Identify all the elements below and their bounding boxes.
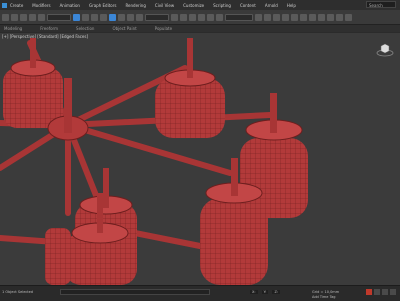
menu-scripting[interactable]: Scripting xyxy=(213,3,231,8)
render-iterative-icon[interactable] xyxy=(345,13,352,21)
selection-status: 1 Object Selected xyxy=(2,290,34,294)
scene-render xyxy=(0,38,308,285)
go-to-start-icon[interactable] xyxy=(374,289,380,295)
render-setup-icon[interactable] xyxy=(318,13,325,21)
menu-help[interactable]: Help xyxy=(287,3,296,8)
link-icon[interactable] xyxy=(20,13,27,21)
playback-controls xyxy=(366,289,396,295)
perspective-viewport[interactable]: [+] [Perspective] [Standard] [Edged Face… xyxy=(0,33,400,285)
menu-arnold[interactable]: Arnold xyxy=(265,3,278,8)
undo-icon[interactable] xyxy=(2,13,9,21)
menu-animation[interactable]: Animation xyxy=(60,3,80,8)
align-icon[interactable] xyxy=(264,13,271,21)
selection-filter-dropdown[interactable] xyxy=(47,13,71,21)
y-coordinate[interactable]: Y: xyxy=(261,290,269,294)
window-crossing-icon[interactable] xyxy=(100,13,107,21)
menu-modifiers[interactable]: Modifiers xyxy=(32,3,50,8)
ribbon-tab-populate[interactable]: Populate xyxy=(155,26,172,31)
rectangle-select-icon[interactable] xyxy=(91,13,98,21)
app-icon[interactable] xyxy=(2,2,7,8)
ribbon-tab-freeform[interactable]: Freeform xyxy=(40,26,58,31)
menu-civil-view[interactable]: Civil View xyxy=(155,3,174,8)
rendered-frame-icon[interactable] xyxy=(327,13,334,21)
add-time-tag-button[interactable]: Add Time Tag xyxy=(312,295,336,299)
coordinate-display: X: Y: Z: xyxy=(250,290,281,294)
main-toolbar xyxy=(0,10,400,25)
schematic-view-icon[interactable] xyxy=(300,13,307,21)
placement-icon[interactable] xyxy=(136,13,143,21)
named-selection-sets-dropdown[interactable] xyxy=(225,13,253,21)
grid-size: Grid = 10,0mm xyxy=(312,290,340,294)
viewcube-icon[interactable] xyxy=(376,41,394,59)
reference-coordinate-dropdown[interactable] xyxy=(145,13,169,21)
menu-bar: Create Modifiers Animation Graph Editors… xyxy=(0,0,400,10)
pivot-icon[interactable] xyxy=(171,13,178,21)
menu-customize[interactable]: Customize xyxy=(183,3,204,8)
ribbon-tab-selection[interactable]: Selection xyxy=(76,26,94,31)
ribbon: Modeling Freeform Selection Object Paint… xyxy=(0,25,400,32)
ribbon-tab-modeling[interactable]: Modeling xyxy=(4,26,22,31)
mirror-icon[interactable] xyxy=(255,13,262,21)
material-editor-icon[interactable] xyxy=(309,13,316,21)
menu-rendering[interactable]: Rendering xyxy=(125,3,145,8)
x-coordinate[interactable]: X: xyxy=(250,290,258,294)
render-icon[interactable] xyxy=(336,13,343,21)
spinner-snap-icon[interactable] xyxy=(216,13,223,21)
z-coordinate[interactable]: Z: xyxy=(272,290,281,294)
layer-explorer-icon[interactable] xyxy=(273,13,280,21)
ribbon-tab-object-paint[interactable]: Object Paint xyxy=(112,26,136,31)
status-bar: 1 Object Selected X: Y: Z: Grid = 10,0mm… xyxy=(0,285,400,301)
select-by-name-icon[interactable] xyxy=(82,13,89,21)
keyboard-shortcut-icon[interactable] xyxy=(180,13,187,21)
menu-content[interactable]: Content xyxy=(240,3,256,8)
percent-snap-icon[interactable] xyxy=(207,13,214,21)
select-object-icon[interactable] xyxy=(73,13,80,21)
rotate-icon[interactable] xyxy=(118,13,125,21)
move-icon[interactable] xyxy=(109,13,116,21)
bind-icon[interactable] xyxy=(38,13,45,21)
menu-create[interactable]: Create xyxy=(10,3,23,8)
curve-editor-icon[interactable] xyxy=(291,13,298,21)
auto-key-icon[interactable] xyxy=(366,289,372,295)
menu-graph-editors[interactable]: Graph Editors xyxy=(89,3,116,8)
barrel-group xyxy=(3,38,308,285)
unlink-icon[interactable] xyxy=(29,13,36,21)
go-to-end-icon[interactable] xyxy=(390,289,396,295)
scale-icon[interactable] xyxy=(127,13,134,21)
angle-snap-icon[interactable] xyxy=(198,13,205,21)
snap-toggle-icon[interactable] xyxy=(189,13,196,21)
toggle-ribbon-icon[interactable] xyxy=(282,13,289,21)
search-input[interactable]: Search xyxy=(366,1,396,8)
timeline-slider[interactable] xyxy=(60,289,210,295)
play-icon[interactable] xyxy=(382,289,388,295)
redo-icon[interactable] xyxy=(11,13,18,21)
